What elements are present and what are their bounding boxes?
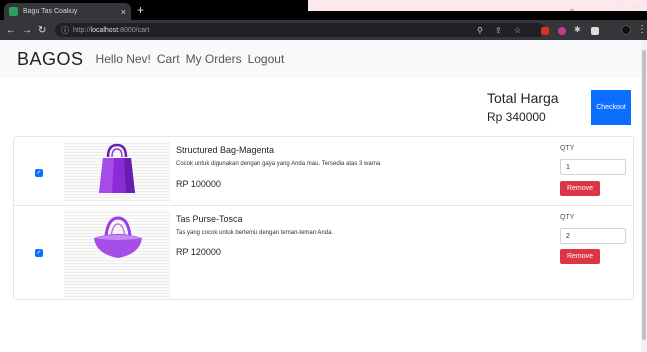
qty-label: QTY [560, 145, 575, 152]
maximize-button[interactable]: ❐ [614, 3, 622, 14]
share-icon[interactable]: ⇪ [495, 26, 502, 35]
magenta-bag-icon [99, 143, 135, 193]
brand-logo[interactable]: BAGOS [17, 49, 84, 70]
extension-pink-icon[interactable] [558, 27, 566, 35]
nav-greeting[interactable]: Hello Nev! [96, 52, 151, 66]
item-checkbox[interactable]: ✓ [35, 169, 43, 177]
check-icon: ✓ [36, 250, 42, 256]
browser-tab-strip: Bagu Tas Coaliuy × + ⌄ – ❐ ✕ [0, 0, 647, 20]
browser-menu-icon[interactable]: ⋮ [637, 24, 647, 35]
window-close-button[interactable]: ✕ [634, 3, 642, 14]
favicon-icon [9, 7, 18, 16]
cart-list: ✓ Structured Bag-Magenta Cocok untuk dig… [13, 136, 634, 300]
total-label: Total Harga [487, 90, 559, 106]
site-navbar: BAGOS Hello Nev! Cart My Orders Logout [0, 40, 641, 78]
item-checkbox[interactable]: ✓ [35, 249, 43, 257]
minimize-button[interactable]: – [592, 3, 597, 13]
address-bar[interactable]: ⓘ http://localhost:8000/cart [55, 23, 545, 37]
url-text: http://localhost:8000/cart [73, 26, 150, 34]
nav-cart[interactable]: Cart [157, 52, 180, 66]
back-icon[interactable]: ← [6, 25, 16, 36]
qty-input[interactable]: 1 [560, 159, 626, 175]
bookmark-star-icon[interactable]: ☆ [514, 26, 521, 35]
page-content: BAGOS Hello Nev! Cart My Orders Logout T… [0, 40, 641, 352]
product-description: Cocok untuk digunakan dengan gaya yang A… [176, 161, 381, 167]
product-price: RP 100000 [176, 179, 221, 189]
search-icon[interactable]: ⚲ [477, 26, 483, 35]
chevron-down-icon[interactable]: ⌄ [568, 3, 576, 14]
extension-red-icon[interactable] [541, 27, 549, 35]
tab-title: Bagu Tas Coaliuy [23, 8, 78, 15]
side-panel-icon[interactable] [591, 27, 599, 35]
remove-button[interactable]: Remove [560, 249, 600, 264]
tab-close-icon[interactable]: × [121, 7, 126, 17]
profile-avatar[interactable] [621, 25, 631, 35]
checkout-button[interactable]: Checkout [591, 90, 631, 125]
extensions-puzzle-icon[interactable]: ✱ [574, 25, 581, 34]
purse-bag-icon [94, 216, 142, 258]
reload-icon[interactable]: ↻ [38, 25, 46, 36]
product-image [64, 141, 170, 201]
new-tab-button[interactable]: + [137, 4, 144, 16]
product-name: Structured Bag-Magenta [176, 145, 275, 155]
qty-input[interactable]: 2 [560, 228, 626, 244]
check-icon: ✓ [36, 170, 42, 176]
forward-icon[interactable]: → [22, 25, 32, 36]
qty-label: QTY [560, 214, 575, 221]
cart-item: ✓ Structured Bag-Magenta Cocok untuk dig… [14, 137, 633, 206]
cart-item: ✓ Tas Purse-Tosca Tas yang cocok untuk b… [14, 206, 633, 298]
product-name: Tas Purse-Tosca [176, 214, 243, 224]
page-scrollbar[interactable] [641, 40, 647, 352]
info-icon[interactable]: ⓘ [61, 25, 69, 36]
nav-my-orders[interactable]: My Orders [186, 52, 242, 66]
product-image [64, 210, 170, 298]
total-value: Rp 340000 [487, 110, 546, 124]
nav-logout[interactable]: Logout [248, 52, 285, 66]
product-description: Tas yang cocok untuk bertemu dengan tema… [176, 230, 334, 236]
browser-tab[interactable]: Bagu Tas Coaliuy × [4, 3, 131, 20]
remove-button[interactable]: Remove [560, 181, 600, 196]
product-price: RP 120000 [176, 247, 221, 257]
scrollbar-thumb[interactable] [642, 50, 646, 340]
